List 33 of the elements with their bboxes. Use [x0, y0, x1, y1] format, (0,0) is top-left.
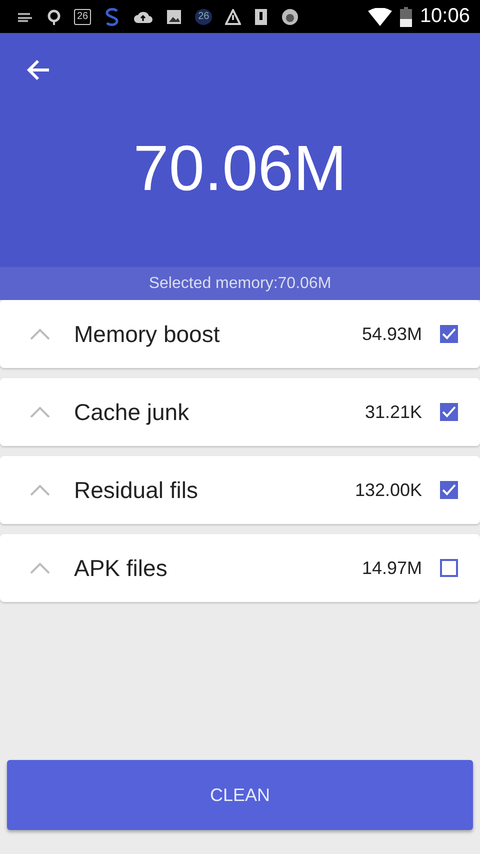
category-name: Memory boost [74, 320, 221, 348]
battery-icon [400, 6, 412, 26]
category-size: 54.93M [362, 324, 422, 344]
notification-badge: 26 [195, 8, 212, 24]
checkbox[interactable] [440, 325, 458, 343]
checkbox[interactable] [440, 481, 458, 499]
notification-icon [254, 8, 268, 26]
wifi-icon [368, 8, 392, 26]
category-size: 14.97M [362, 558, 422, 578]
back-arrow-icon[interactable] [25, 58, 51, 82]
total-size: 70.06M [133, 130, 347, 204]
category-card[interactable]: Memory boost 54.93M [0, 300, 480, 368]
category-card[interactable]: Cache junk 31.21K [0, 378, 480, 446]
category-size: 31.21K [364, 402, 422, 422]
category-name: Residual fils [74, 476, 199, 504]
category-name: Cache junk [74, 398, 190, 426]
notification-badge: 26 [74, 8, 92, 24]
notification-icon [47, 8, 61, 26]
clock-time: 10:06 [420, 5, 470, 28]
warning-icon [225, 8, 242, 24]
notification-icon [281, 8, 300, 26]
category-card[interactable]: APK files 14.97M [0, 534, 480, 602]
category-card[interactable]: Residual fils 132.00K [0, 456, 480, 524]
checkbox[interactable] [440, 403, 458, 421]
notification-icon [104, 6, 120, 26]
category-name: APK files [74, 554, 168, 582]
image-icon [166, 8, 182, 24]
notification-icon [16, 10, 34, 22]
checkbox[interactable] [440, 559, 458, 577]
selected-memory-label: Selected memory:70.06M [148, 274, 332, 292]
cloud-upload-icon [133, 10, 154, 24]
clean-button[interactable]: CLEAN [7, 760, 473, 830]
category-size: 132.00K [354, 480, 422, 500]
